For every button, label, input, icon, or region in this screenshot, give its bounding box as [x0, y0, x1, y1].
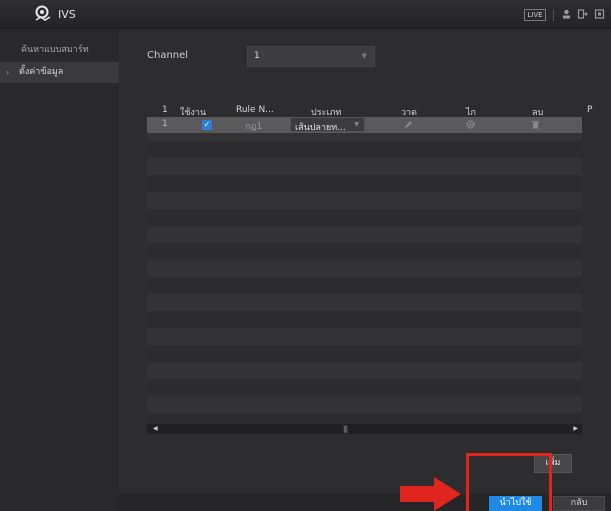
- empty-row: [147, 175, 582, 192]
- pencil-icon[interactable]: [404, 120, 413, 129]
- rule-name-cell: กฎ1: [245, 122, 263, 132]
- row-index: 1: [162, 119, 168, 129]
- sidebar-item-label: ตั้งค่าข้อมูล: [19, 67, 64, 77]
- scroll-right-icon[interactable]: ▶: [573, 425, 578, 432]
- empty-row: [147, 243, 582, 260]
- sidebar-item-smart-search[interactable]: ค้นหาแบบสมาร์ท: [0, 40, 119, 61]
- empty-row: [147, 328, 582, 345]
- sidebar-item-label: ค้นหาแบบสมาร์ท: [21, 45, 89, 55]
- empty-row: [147, 294, 582, 311]
- empty-row: [147, 362, 582, 379]
- channel-select[interactable]: 1 ▼: [247, 46, 375, 67]
- empty-row: [147, 192, 582, 209]
- column-header-p: P: [587, 105, 593, 115]
- enable-checkbox[interactable]: ✓: [202, 120, 212, 130]
- highlight-box: [466, 453, 552, 511]
- sidebar: ค้นหาแบบสมาร์ท › ตั้งค่าข้อมูล: [0, 30, 119, 511]
- gear-icon[interactable]: [466, 120, 475, 129]
- empty-row: [147, 277, 582, 294]
- chevron-down-icon: ▼: [361, 52, 367, 60]
- rule-type-value: เส้นปลายท...: [295, 123, 346, 133]
- empty-row: [147, 260, 582, 277]
- scroll-left-icon[interactable]: ◀: [153, 425, 158, 432]
- empty-row: [147, 141, 582, 158]
- title-bar: IVS LIVE: [0, 0, 611, 29]
- rule-table: [147, 124, 582, 431]
- live-button[interactable]: LIVE: [524, 9, 546, 21]
- empty-row: [147, 379, 582, 396]
- toolbar-divider: [553, 10, 554, 21]
- trash-icon[interactable]: [531, 120, 540, 129]
- scroll-grip-icon[interactable]: |||: [343, 425, 348, 433]
- sidebar-item-settings[interactable]: › ตั้งค่าข้อมูล: [0, 62, 119, 83]
- channel-label: Channel: [147, 50, 189, 61]
- empty-row: [147, 345, 582, 362]
- column-header-index: 1: [162, 105, 168, 115]
- column-header-rule-name: Rule N...: [236, 105, 274, 115]
- user-icon[interactable]: [561, 8, 572, 20]
- app-title: IVS: [58, 8, 76, 21]
- empty-row: [147, 158, 582, 175]
- back-button[interactable]: กลับ: [553, 496, 605, 511]
- empty-row: [147, 226, 582, 243]
- empty-row: [147, 396, 582, 413]
- empty-row: [147, 311, 582, 328]
- rule-type-select[interactable]: เส้นปลายท... ▼: [290, 117, 365, 133]
- fullscreen-icon[interactable]: [594, 8, 605, 20]
- red-arrow-icon: [400, 477, 461, 511]
- chevron-down-icon: ▼: [354, 121, 359, 128]
- logout-icon[interactable]: [577, 8, 588, 20]
- horizontal-scrollbar[interactable]: ◀ ||| ▶: [147, 424, 582, 434]
- chevron-right-icon: ›: [6, 68, 10, 77]
- channel-value: 1: [254, 51, 260, 61]
- ivs-logo-icon: [35, 5, 51, 21]
- empty-row: [147, 209, 582, 226]
